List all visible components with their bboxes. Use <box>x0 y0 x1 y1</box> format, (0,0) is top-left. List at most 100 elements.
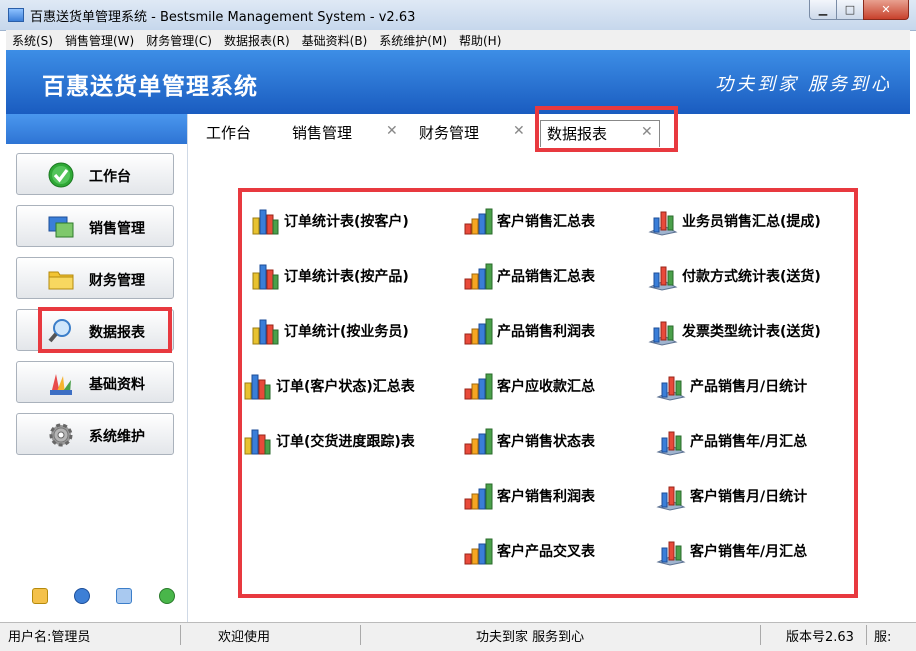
nav-finance-label: 财务管理 <box>89 273 145 289</box>
maximize-button[interactable]: □ <box>836 0 864 20</box>
tab-reports-label: 数据报表 <box>547 125 608 143</box>
report-item-label: 订单统计表(按产品) <box>284 269 409 285</box>
nav-footer-toolbar <box>28 588 178 608</box>
report-item-label: 产品销售年/月汇总 <box>690 434 808 450</box>
menu-help[interactable]: 帮助(H) <box>453 30 507 49</box>
menu-basic-data[interactable]: 基础资料(B) <box>296 30 374 49</box>
menu-system[interactable]: 系统(S) <box>6 30 59 49</box>
status-bar: 用户名:管理员 欢迎使用 功夫到家 服务到心 版本号2.63 服: <box>0 622 916 651</box>
bar-chart-icon <box>252 264 279 290</box>
minimize-icon: ▁ <box>818 3 828 16</box>
close-button[interactable]: ✕ <box>863 0 909 20</box>
nav-sales-label: 销售管理 <box>89 221 145 237</box>
bar-chart-icon <box>252 319 279 345</box>
report-item-label: 客户销售利润表 <box>497 489 595 505</box>
tab-strip: 工作台 销售管理 ✕ 财务管理 ✕ 数据报表 ✕ <box>190 114 910 150</box>
app-icon <box>8 8 24 22</box>
column-chart-icon <box>464 538 493 565</box>
nav-workbench-button[interactable]: 工作台 <box>16 153 174 195</box>
tab-workbench-label: 工作台 <box>206 124 252 142</box>
report-item-label: 业务员销售汇总(提成) <box>682 214 821 230</box>
window-title: 百惠送货单管理系统 - Bestsmile Management System … <box>30 10 416 25</box>
title-bar: 百惠送货单管理系统 - Bestsmile Management System … <box>0 0 916 31</box>
back-arrow-icon[interactable] <box>159 588 175 604</box>
3d-chart-icon <box>656 541 686 566</box>
status-welcome: 欢迎使用 <box>218 630 271 645</box>
key-icon[interactable] <box>32 588 48 604</box>
report-item-label: 产品销售月/日统计 <box>690 379 808 395</box>
reports-content: 订单统计表(按客户) 订单统计表(按产品) 订单统计(按业务员) 订单(客户状态)汇总… <box>190 150 910 622</box>
status-separator <box>866 625 867 645</box>
3d-chart-icon <box>656 431 686 456</box>
gear-icon <box>49 423 73 447</box>
tab-sales[interactable]: 销售管理 ✕ <box>292 122 402 143</box>
status-slogan: 功夫到家 服务到心 <box>476 630 585 645</box>
nav-basic-data-button[interactable]: 基础资料 <box>16 361 174 403</box>
left-nav-header <box>6 114 187 144</box>
status-extra: 服: <box>874 630 892 645</box>
tab-finance[interactable]: 财务管理 ✕ <box>419 122 529 143</box>
menu-finance[interactable]: 财务管理(C) <box>140 30 218 49</box>
status-separator <box>760 625 761 645</box>
maximize-icon: □ <box>844 3 856 16</box>
tab-finance-close-icon[interactable]: ✕ <box>513 123 525 139</box>
tab-reports[interactable]: 数据报表 ✕ <box>540 120 660 147</box>
report-item-label: 客户应收款汇总 <box>497 379 595 395</box>
nav-maintenance-label: 系统维护 <box>89 429 145 445</box>
report-item-label: 客户产品交叉表 <box>497 544 595 560</box>
nav-sales-button[interactable]: 销售管理 <box>16 205 174 247</box>
3d-chart-icon <box>648 211 678 236</box>
report-item-label: 订单(交货进度跟踪)表 <box>276 434 415 450</box>
menu-maintenance[interactable]: 系统维护(M) <box>373 30 453 49</box>
bar-chart-icon <box>252 209 279 235</box>
column-chart-icon <box>464 428 493 455</box>
tab-reports-close-icon[interactable]: ✕ <box>641 124 653 140</box>
nav-reports-button[interactable]: 数据报表 <box>16 309 174 351</box>
3d-chart-icon <box>648 321 678 346</box>
column-chart-icon <box>464 373 493 400</box>
status-separator <box>360 625 361 645</box>
windows-icon <box>48 216 74 238</box>
bar-chart-icon <box>244 374 271 400</box>
column-chart-icon <box>464 263 493 290</box>
nav-finance-button[interactable]: 财务管理 <box>16 257 174 299</box>
nav-maintenance-button[interactable]: 系统维护 <box>16 413 174 455</box>
report-item-label: 订单统计表(按客户) <box>284 214 409 230</box>
report-item-label: 客户销售状态表 <box>497 434 595 450</box>
brand-slogan: 功夫到家 服务到心 <box>715 74 892 95</box>
column-chart-icon <box>464 483 493 510</box>
left-nav-panel: 工作台 销售管理 财务管理 数据报表 基础资料 系统维护 <box>6 114 188 622</box>
tab-workbench[interactable]: 工作台 <box>206 122 251 143</box>
status-version: 版本号2.63 <box>786 630 854 645</box>
report-item-label: 发票类型统计表(送货) <box>682 324 821 340</box>
menu-sales[interactable]: 销售管理(W) <box>59 30 140 49</box>
3d-chart-icon <box>656 376 686 401</box>
brand-title: 百惠送货单管理系统 <box>42 74 258 100</box>
report-item-label: 付款方式统计表(送货) <box>682 269 821 285</box>
nav-basic-data-label: 基础资料 <box>89 377 145 393</box>
bar-chart-icon <box>244 429 271 455</box>
tab-finance-label: 财务管理 <box>419 124 480 142</box>
report-item-label: 客户销售年/月汇总 <box>690 544 808 560</box>
3d-chart-icon <box>656 486 686 511</box>
report-item-label: 订单统计(按业务员) <box>284 324 409 340</box>
menu-reports[interactable]: 数据报表(R) <box>218 30 296 49</box>
tab-sales-close-icon[interactable]: ✕ <box>386 123 398 139</box>
nav-reports-label: 数据报表 <box>89 325 145 341</box>
color-palette-icon <box>50 374 72 395</box>
report-item-label: 产品销售利润表 <box>497 324 595 340</box>
folder-icon <box>48 271 74 290</box>
checkmark-icon <box>48 162 74 188</box>
search-icon[interactable] <box>116 588 132 604</box>
tab-sales-label: 销售管理 <box>292 124 353 142</box>
status-user: 用户名:管理员 <box>8 630 91 645</box>
report-item-label: 订单(客户状态)汇总表 <box>276 379 415 395</box>
clock-icon[interactable] <box>74 588 90 604</box>
menu-bar: 系统(S) 销售管理(W) 财务管理(C) 数据报表(R) 基础资料(B) 系统维护(M)… <box>6 30 910 50</box>
report-item-label: 客户销售月/日统计 <box>690 489 808 505</box>
app-banner: 百惠送货单管理系统 功夫到家 服务到心 <box>6 50 910 114</box>
nav-workbench-label: 工作台 <box>89 169 131 185</box>
column-chart-icon <box>464 318 493 345</box>
minimize-button[interactable]: ▁ <box>809 0 837 20</box>
report-item-label: 产品销售汇总表 <box>497 269 595 285</box>
